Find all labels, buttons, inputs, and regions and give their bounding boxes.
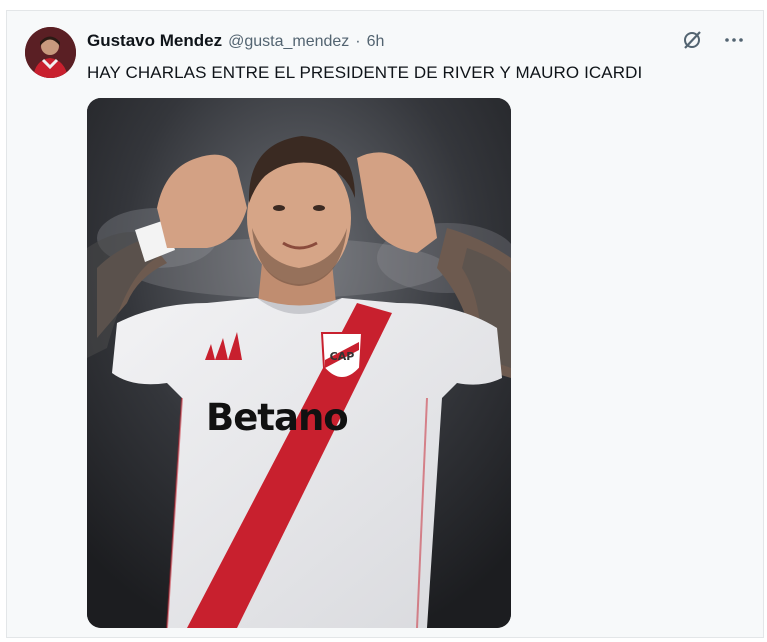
- author-handle[interactable]: @gusta_mendez: [228, 33, 349, 51]
- tweet-header: Gustavo Mendez @gusta_mendez · 6h: [87, 31, 384, 51]
- grok-icon[interactable]: [681, 29, 703, 51]
- tweet-actions-top: [681, 29, 745, 51]
- author-name[interactable]: Gustavo Mendez: [87, 31, 222, 51]
- sponsor-logo-text: Betano: [206, 396, 349, 439]
- tweet-time[interactable]: 6h: [367, 33, 385, 51]
- tweet-card[interactable]: Gustavo Mendez @gusta_mendez · 6h HAY CH…: [6, 10, 764, 638]
- separator-dot: ·: [355, 33, 361, 50]
- tweet-image[interactable]: CAP Betano: [87, 98, 511, 628]
- author-avatar[interactable]: [25, 27, 76, 78]
- svg-text:CAP: CAP: [330, 350, 355, 363]
- player-photo: CAP: [87, 98, 511, 628]
- tweet-text: HAY CHARLAS ENTRE EL PRESIDENTE DE RIVER…: [87, 63, 643, 82]
- more-options-icon[interactable]: [723, 29, 745, 51]
